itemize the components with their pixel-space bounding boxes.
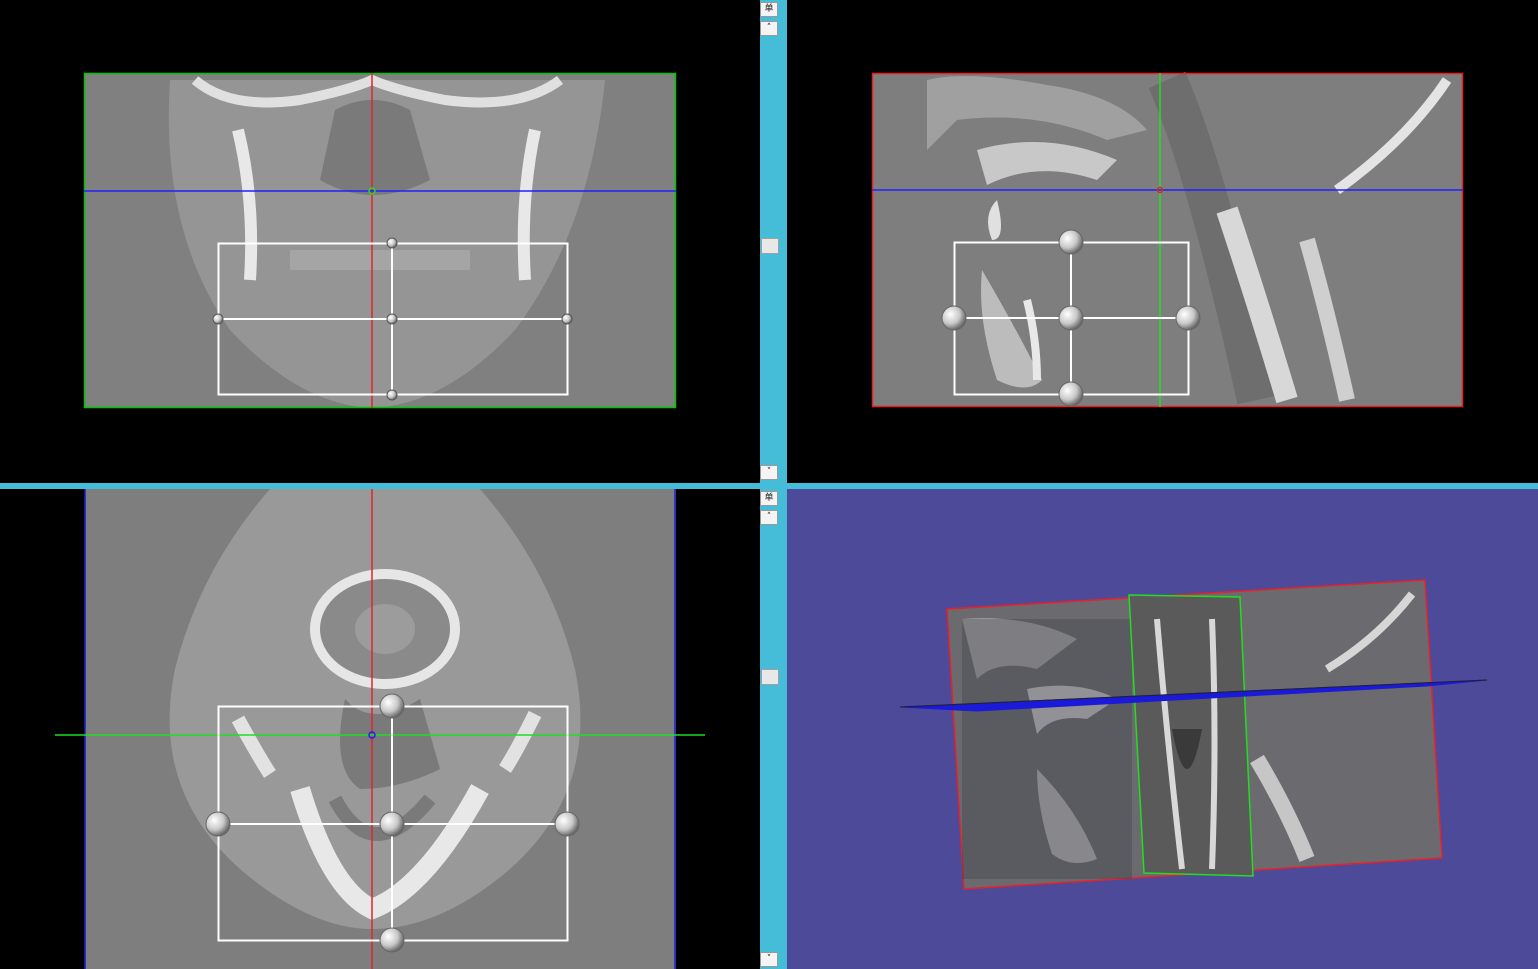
sagittal-roi-handle-bottom[interactable]: [1058, 381, 1084, 407]
3d-view[interactable]: [787, 489, 1538, 969]
bottom-scrollbar[interactable]: 单 ˄ ˅: [760, 489, 780, 969]
sagittal-roi-handle-top[interactable]: [1058, 229, 1084, 255]
bottom-scroll-up-button[interactable]: ˄: [760, 510, 778, 525]
axial-roi-handle-center[interactable]: [379, 811, 405, 837]
coronal-roi-handle-right[interactable]: [561, 313, 573, 325]
coronal-roi-handle-bottom[interactable]: [386, 389, 398, 401]
bottom-scrollbar-label[interactable]: 单: [760, 491, 778, 506]
sagittal-roi-handle-center[interactable]: [1058, 305, 1084, 331]
sagittal-roi-handle-left[interactable]: [941, 305, 967, 331]
top-scroll-down-button[interactable]: ˅: [760, 465, 778, 480]
sagittal-canvas[interactable]: [787, 0, 1538, 483]
top-scrollbar-label[interactable]: 单: [760, 2, 778, 17]
3d-canvas[interactable]: [787, 489, 1538, 969]
coronal-roi-handle-left[interactable]: [212, 313, 224, 325]
axial-roi-handle-top[interactable]: [379, 693, 405, 719]
axial-roi-handle-bottom[interactable]: [379, 927, 405, 953]
bottom-scroll-thumb[interactable]: [761, 669, 779, 685]
axial-canvas[interactable]: [0, 489, 760, 969]
top-scroll-up-button[interactable]: ˄: [760, 21, 778, 36]
axial-roi-handle-right[interactable]: [554, 811, 580, 837]
axial-roi-handle-left[interactable]: [205, 811, 231, 837]
coronal-roi-handle-top[interactable]: [386, 237, 398, 249]
sagittal-view[interactable]: [787, 0, 1538, 483]
coronal-canvas[interactable]: [0, 0, 760, 483]
bottom-scroll-down-button[interactable]: ˅: [760, 952, 778, 967]
coronal-roi-handle-center[interactable]: [386, 313, 398, 325]
sagittal-roi-handle-right[interactable]: [1175, 305, 1201, 331]
top-scroll-thumb[interactable]: [761, 238, 779, 254]
top-scrollbar[interactable]: 单 ˄ ˅: [760, 0, 780, 483]
coronal-view[interactable]: [0, 0, 760, 483]
axial-view[interactable]: [0, 489, 760, 969]
